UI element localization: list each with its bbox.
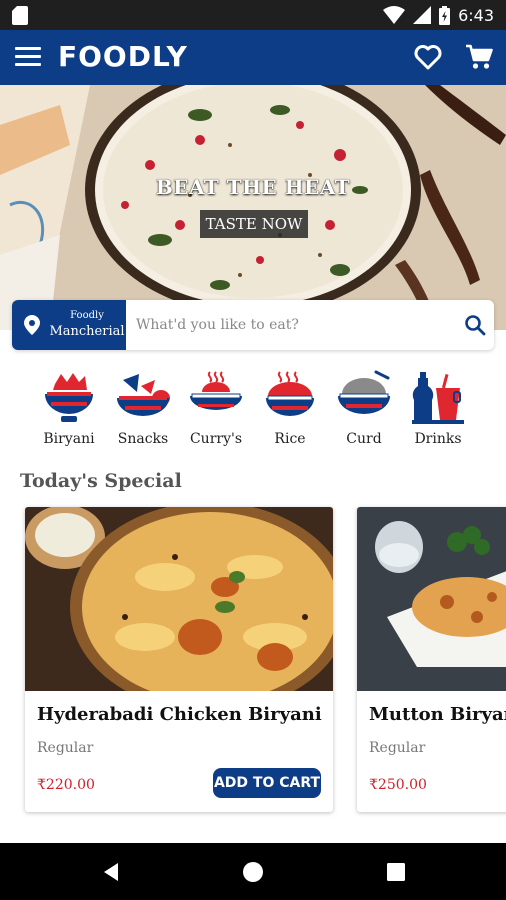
menu-icon[interactable] [15, 47, 41, 69]
special-card[interactable]: Mutton Biryani Regular ₹250.00 [357, 507, 506, 812]
raita-bowl-image [0, 85, 506, 330]
system-nav-bar [0, 843, 506, 900]
category-label: Drinks [414, 431, 462, 447]
category-label: Rice [274, 431, 306, 447]
special-price: ₹220.00 [37, 777, 95, 793]
category-label: Biryani [43, 431, 95, 447]
special-variant: Regular [37, 740, 94, 756]
category-label: Curd [346, 431, 382, 447]
hero-banner[interactable]: BEAT THE HEAT TASTE NOW [0, 85, 506, 330]
biryani-icon [45, 373, 93, 422]
category-label: Snacks [117, 431, 169, 447]
app-bar: FOODLY [0, 30, 506, 85]
special-card[interactable]: Hyderabadi Chicken Biryani Regular ₹220.… [25, 507, 333, 812]
location-selector[interactable]: Foodly Mancherial [12, 300, 126, 350]
signal-icon [413, 6, 432, 24]
add-to-cart-button[interactable]: ADD TO CART [213, 768, 321, 798]
recents-icon[interactable] [385, 861, 407, 883]
curd-icon [338, 370, 390, 414]
location-pin-icon [24, 315, 40, 335]
wifi-icon [383, 6, 406, 24]
special-name: Hyderabadi Chicken Biryani [37, 704, 322, 725]
special-name: Mutton Biryani [369, 704, 506, 725]
category-curry[interactable]: Curry's [183, 370, 249, 450]
heart-icon[interactable] [414, 44, 442, 70]
category-drinks[interactable]: Drinks [405, 370, 471, 450]
drinks-icon [412, 372, 464, 424]
category-curd[interactable]: Curd [331, 370, 397, 450]
location-city: Mancherial [49, 324, 125, 339]
search-bar: Foodly Mancherial [12, 300, 494, 350]
special-price: ₹250.00 [369, 777, 427, 793]
hero-title: BEAT THE HEAT [155, 175, 351, 199]
taste-now-button[interactable]: TASTE NOW [200, 210, 308, 238]
chicken-biryani-image [25, 507, 333, 691]
app-logo: FOODLY [58, 40, 188, 73]
sd-card-icon [12, 6, 28, 25]
category-biryani[interactable]: Biryani [36, 370, 102, 450]
status-time: 6:43 [458, 5, 494, 25]
section-title: Today's Special [20, 470, 182, 492]
category-label: Curry's [189, 431, 243, 447]
rice-icon [266, 371, 314, 416]
status-bar: 6:43 [0, 0, 506, 30]
special-variant: Regular [369, 740, 426, 756]
search-icon[interactable] [464, 314, 486, 336]
location-brand: Foodly [70, 310, 104, 321]
category-rice[interactable]: Rice [257, 370, 323, 450]
home-icon[interactable] [242, 861, 264, 883]
category-snacks[interactable]: Snacks [110, 370, 176, 450]
search-input[interactable] [136, 300, 446, 350]
mutton-biryani-image [357, 507, 506, 691]
cart-icon[interactable] [465, 43, 493, 71]
snacks-icon [117, 374, 170, 416]
back-icon[interactable] [100, 861, 122, 883]
curry-icon [190, 371, 242, 410]
battery-icon [439, 5, 451, 25]
category-list: Biryani Snacks Curry's Rice Curd Drinks [0, 370, 506, 450]
